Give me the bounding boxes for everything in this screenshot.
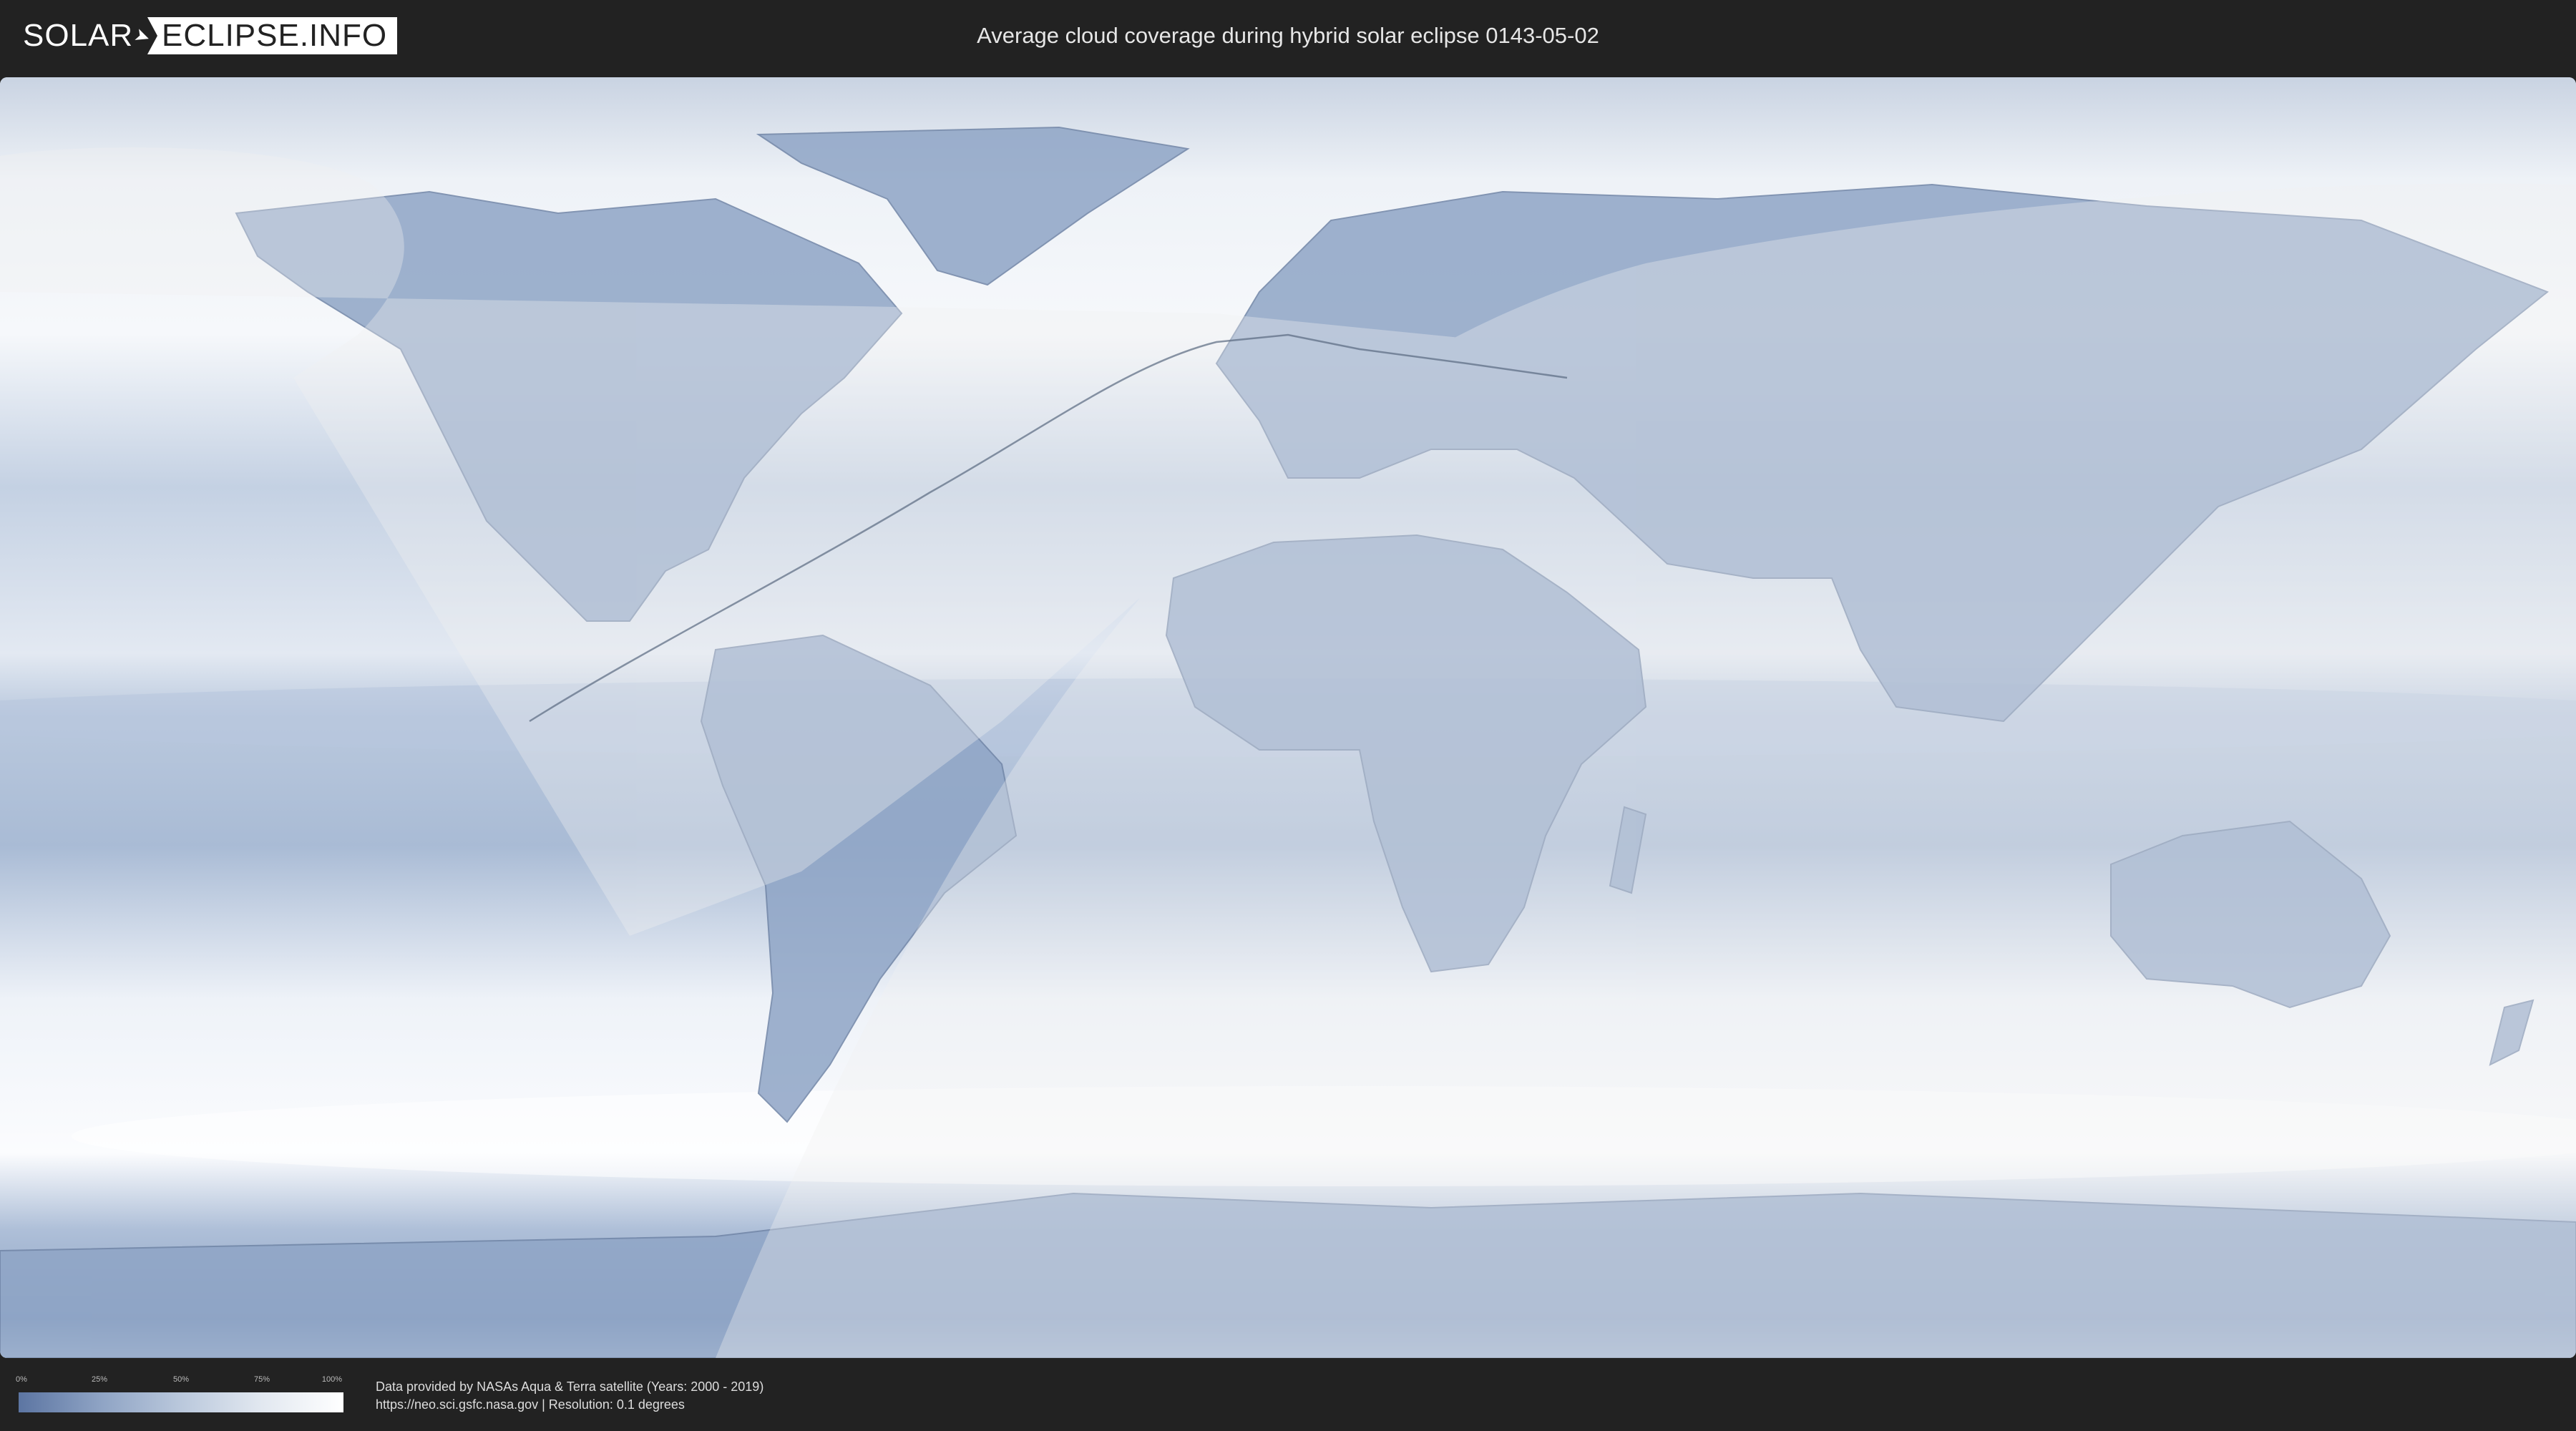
legend-tick-100: 100% [321,1375,343,1384]
data-credits: Data provided by NASAs Aqua & Terra sate… [376,1378,763,1414]
page-title: Average cloud coverage during hybrid sol… [977,23,1599,48]
credits-line-1: Data provided by NASAs Aqua & Terra sate… [376,1379,764,1394]
header-bar: SOLAR ➤ ECLIPSE.INFO Average cloud cover… [0,0,2576,72]
legend-gradient-bar [19,1392,343,1412]
legend-tick-50: 50% [172,1375,190,1384]
legend-ticks: 0% 25% 50% 75% 100% [16,1375,343,1391]
legend-tick-25: 25% [91,1375,108,1384]
legend-tick-75: 75% [253,1375,270,1384]
footer-bar: 0% 25% 50% 75% 100% Data provided by NAS… [0,1358,2576,1431]
cloud-coverage-map[interactable] [0,77,2576,1358]
credits-line-2: https://neo.sci.gsfc.nasa.gov | Resoluti… [376,1397,685,1412]
legend-tick-0: 0% [16,1375,27,1384]
cloud-coverage-legend: 0% 25% 50% 75% 100% [16,1375,343,1412]
